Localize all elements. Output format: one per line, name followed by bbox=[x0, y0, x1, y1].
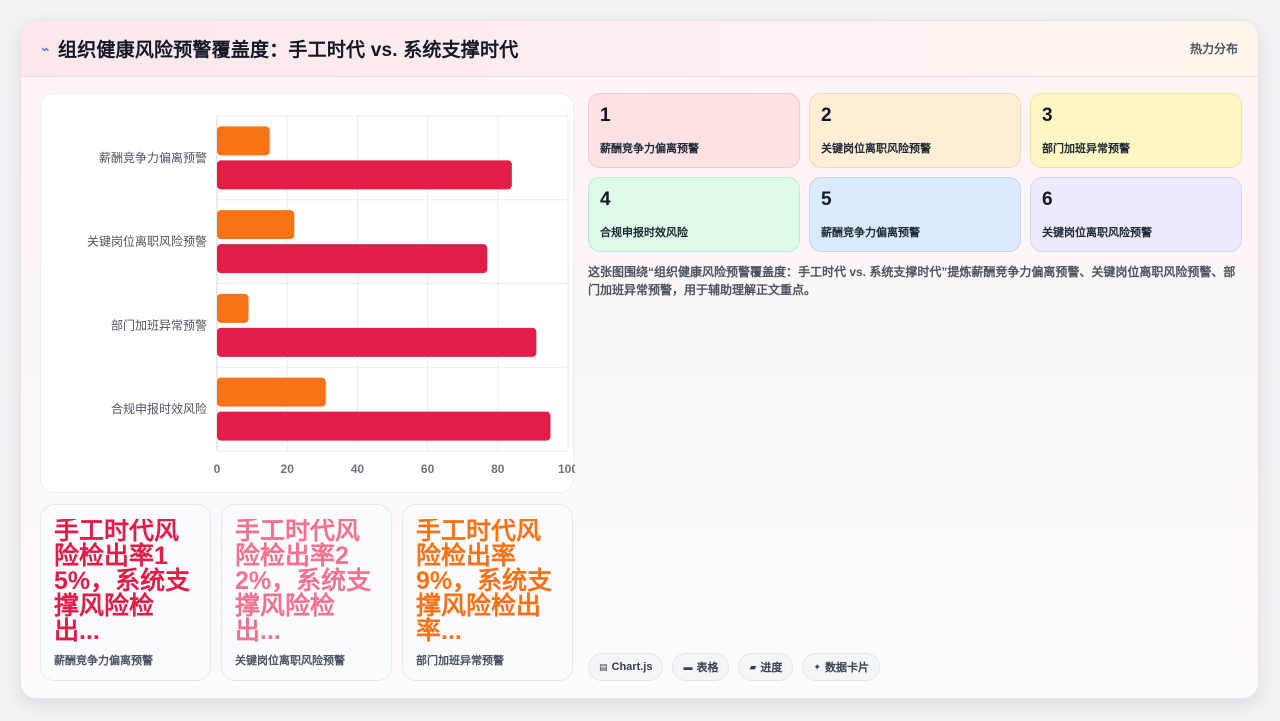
header-bar: ⌁ 组织健康风险预警覆盖度：手工时代 vs. 系统支撑时代 热力分布 bbox=[21, 21, 1258, 77]
bar-manual bbox=[217, 126, 270, 156]
wave-icon: ⌁ bbox=[37, 40, 53, 58]
bar-manual bbox=[217, 293, 249, 323]
chip-table[interactable]: ▬ 表格 bbox=[672, 653, 730, 681]
y-category-label: 合规申报时效风险 bbox=[111, 401, 207, 416]
x-tick-label: 60 bbox=[421, 462, 435, 476]
tile-name: 合规申报时效风险 bbox=[600, 227, 688, 239]
tile-number: 4 bbox=[600, 189, 611, 210]
y-category-label: 薪酬竞争力偏离预警 bbox=[99, 150, 207, 165]
x-tick-label: 100 bbox=[558, 462, 575, 476]
stat-card-text: 手工时代风险检出率22%，系统支撑风险检出... bbox=[235, 519, 372, 645]
x-tick-label: 0 bbox=[214, 462, 221, 476]
x-tick-label: 20 bbox=[281, 462, 295, 476]
bar-chart: 0 20 40 60 80 100 薪酬竞争力偏离预警关键岗位离职风险预警部门加班异常预警合… bbox=[87, 115, 575, 476]
stat-card-3: 手工时代风险检出率9%，系统支撑风险检出率... 部门加班异常预警 bbox=[402, 504, 573, 681]
risk-tile-2[interactable]: 2 关键岗位离职风险预警 bbox=[809, 93, 1021, 168]
bar-chart-card: 0 20 40 60 80 100 薪酬竞争力偏离预警关键岗位离职风险预警部门加班异常预警合… bbox=[40, 93, 575, 493]
x-tick-label: 80 bbox=[491, 462, 505, 476]
chip-label: 数据卡片 bbox=[824, 662, 869, 674]
tile-name: 关键岗位离职风险预警 bbox=[1042, 227, 1152, 239]
heatmap-link[interactable]: 热力分布 bbox=[1190, 40, 1238, 57]
page-title: 组织健康风险预警覆盖度：手工时代 vs. 系统支撑时代 bbox=[58, 40, 519, 61]
tech-chip-row: ▤ Chart.js ▬ 表格 ▰ 进度 ✦ 数据卡片 bbox=[588, 653, 880, 681]
tile-number: 6 bbox=[1042, 189, 1053, 210]
data-card-icon: ✦ bbox=[813, 661, 821, 672]
chart-description: 这张图围绕“组织健康风险预警覆盖度：手工时代 vs. 系统支撑时代”提炼薪酬竞争… bbox=[588, 265, 1236, 297]
chip-label: Chart.js bbox=[611, 661, 653, 673]
stat-card-text: 手工时代风险检出率15%，系统支撑风险检出... bbox=[54, 519, 191, 645]
tile-name: 部门加班异常预警 bbox=[1042, 143, 1130, 155]
chart-icon: ▤ bbox=[599, 661, 608, 672]
chip-chartjs[interactable]: ▤ Chart.js bbox=[588, 653, 664, 681]
risk-tile-6[interactable]: 6 关键岗位离职风险预警 bbox=[1030, 177, 1242, 252]
stat-card-label: 部门加班异常预警 bbox=[416, 655, 504, 667]
bar-system bbox=[217, 327, 537, 357]
x-tick-label: 40 bbox=[351, 462, 365, 476]
dashboard-window: ⌁ 组织健康风险预警覆盖度：手工时代 vs. 系统支撑时代 热力分布 0 20 40… bbox=[20, 20, 1259, 699]
tile-name: 薪酬竞争力偏离预警 bbox=[821, 227, 920, 239]
bar-system bbox=[217, 160, 512, 190]
tile-number: 3 bbox=[1042, 105, 1053, 126]
tile-name: 薪酬竞争力偏离预警 bbox=[600, 143, 699, 155]
stat-card-label: 薪酬竞争力偏离预警 bbox=[54, 655, 153, 667]
bar-system bbox=[217, 411, 551, 441]
risk-tile-5[interactable]: 5 薪酬竞争力偏离预警 bbox=[809, 177, 1021, 252]
bar-manual bbox=[217, 210, 295, 240]
chip-progress[interactable]: ▰ 进度 bbox=[738, 653, 794, 681]
table-icon: ▬ bbox=[683, 662, 693, 672]
stat-card-text: 手工时代风险检出率9%，系统支撑风险检出率... bbox=[416, 519, 553, 645]
progress-icon: ▰ bbox=[749, 661, 757, 672]
tile-number: 2 bbox=[821, 105, 832, 126]
stat-card-1: 手工时代风险检出率15%，系统支撑风险检出... 薪酬竞争力偏离预警 bbox=[40, 504, 211, 681]
tile-name: 关键岗位离职风险预警 bbox=[821, 143, 931, 155]
stat-card-2: 手工时代风险检出率22%，系统支撑风险检出... 关键岗位离职风险预警 bbox=[221, 504, 392, 681]
risk-tile-1[interactable]: 1 薪酬竞争力偏离预警 bbox=[588, 93, 800, 168]
bar-system bbox=[217, 244, 488, 274]
tile-number: 1 bbox=[600, 105, 611, 126]
chip-label: 表格 bbox=[696, 662, 719, 674]
bar-manual bbox=[217, 377, 326, 407]
stat-card-label: 关键岗位离职风险预警 bbox=[235, 655, 345, 667]
y-category-label: 关键岗位离职风险预警 bbox=[87, 234, 207, 249]
risk-tile-3[interactable]: 3 部门加班异常预警 bbox=[1030, 93, 1242, 168]
chip-data-card[interactable]: ✦ 数据卡片 bbox=[802, 653, 880, 681]
risk-tile-4[interactable]: 4 合规申报时效风险 bbox=[588, 177, 800, 252]
y-category-label: 部门加班异常预警 bbox=[111, 317, 207, 332]
chip-label: 进度 bbox=[760, 662, 783, 674]
tile-number: 5 bbox=[821, 189, 832, 210]
